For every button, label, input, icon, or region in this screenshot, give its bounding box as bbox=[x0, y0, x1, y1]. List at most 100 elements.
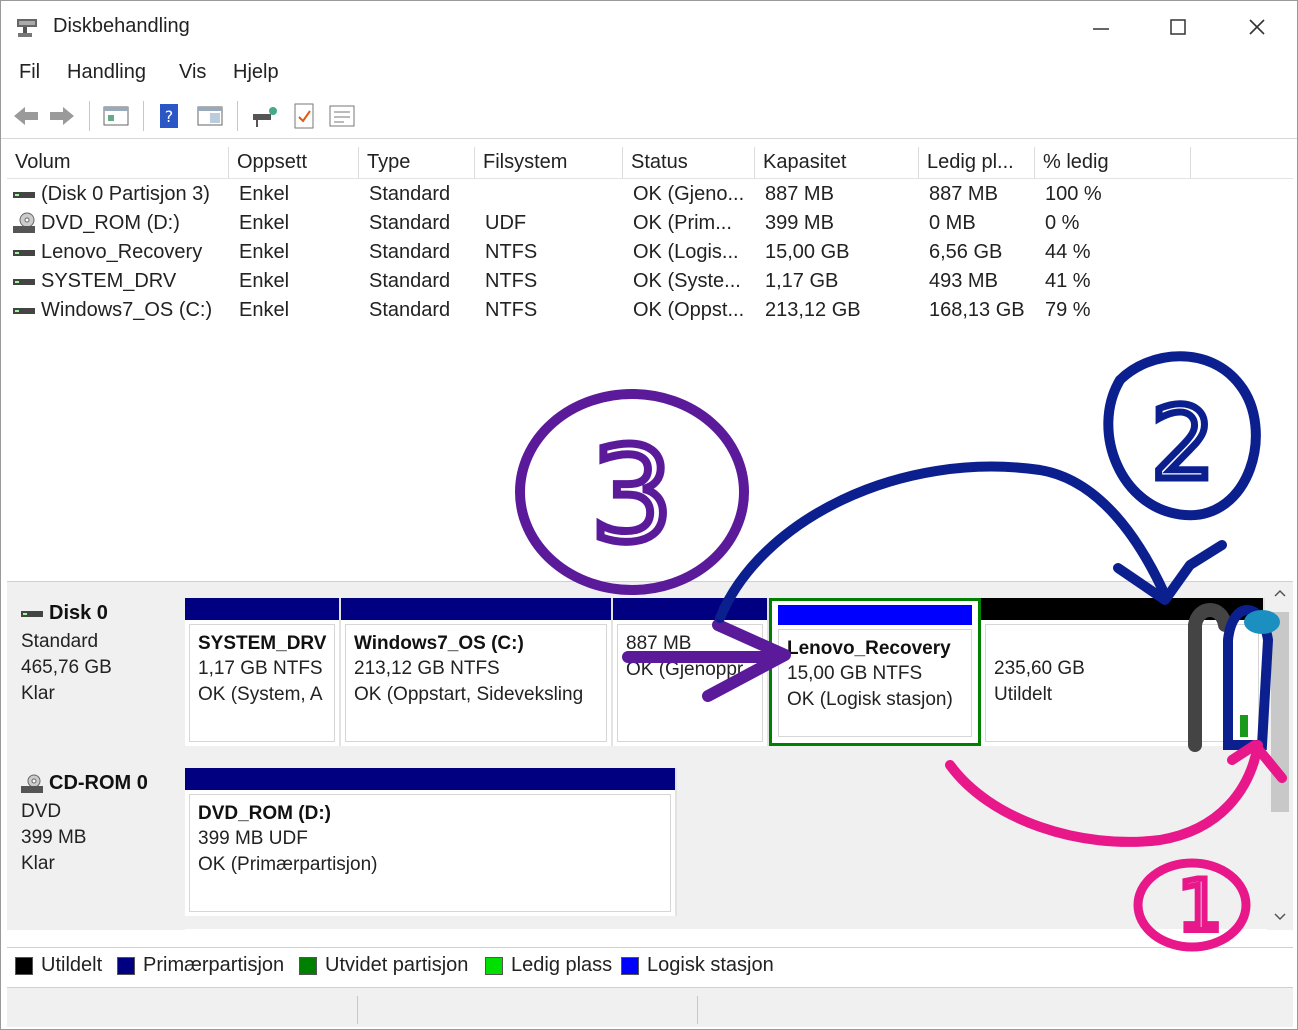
partition-detail: 887 MB bbox=[626, 633, 692, 654]
volume-layout: Enkel bbox=[239, 241, 290, 263]
partition-status: OK (System, A bbox=[198, 684, 323, 705]
menu-file[interactable]: Fil bbox=[19, 61, 40, 84]
partition-status: OK (Logisk stasjon) bbox=[787, 689, 953, 710]
legend-swatch bbox=[485, 956, 503, 975]
menu-help[interactable]: Hjelp bbox=[233, 61, 279, 84]
column-header-status[interactable]: Status bbox=[623, 147, 755, 179]
unallocated-space[interactable]: 235,60 GB Utildelt bbox=[981, 598, 1265, 746]
toolbar-separator bbox=[89, 101, 90, 131]
volume-row[interactable]: (Disk 0 Partisjon 3) Enkel Standard OK (… bbox=[7, 181, 1293, 210]
connect-disk-icon[interactable] bbox=[249, 101, 279, 131]
volume-layout: Enkel bbox=[239, 270, 290, 292]
checklist-icon[interactable] bbox=[289, 101, 319, 131]
volume-status: OK (Syste... bbox=[633, 270, 741, 292]
maximize-icon bbox=[1170, 19, 1186, 35]
volume-drive-icon bbox=[13, 308, 35, 314]
partition-name: DVD_ROM (D:) bbox=[198, 803, 331, 824]
partition-body: Lenovo_Recovery 15,00 GB NTFS OK (Logisk… bbox=[778, 629, 972, 737]
partition-detail: 399 MB UDF bbox=[198, 828, 308, 849]
disk-size: 465,76 GB bbox=[21, 657, 112, 678]
disk-name-row: Disk 0 bbox=[21, 602, 185, 625]
volume-capacity: 887 MB bbox=[765, 183, 834, 205]
maximize-button[interactable] bbox=[1156, 9, 1200, 45]
partition-body: SYSTEM_DRV 1,17 GB NTFS OK (System, A bbox=[189, 624, 335, 742]
disk-0-label[interactable]: Disk 0 Standard 465,76 GB Klar bbox=[7, 590, 185, 760]
vertical-scrollbar[interactable] bbox=[1267, 582, 1293, 930]
partition-detail: 1,17 GB NTFS bbox=[198, 658, 323, 679]
column-header-capacity[interactable]: Kapasitet bbox=[755, 147, 919, 179]
toolbar-separator bbox=[143, 101, 144, 131]
volume-name: Lenovo_Recovery bbox=[41, 241, 203, 263]
minimize-button[interactable] bbox=[1079, 9, 1123, 45]
menu-action[interactable]: Handling bbox=[67, 61, 146, 84]
logical-drive-bar bbox=[778, 605, 972, 625]
partition-system-drv[interactable]: SYSTEM_DRV 1,17 GB NTFS OK (System, A bbox=[185, 598, 341, 746]
disk-state: Klar bbox=[21, 853, 55, 874]
primary-partition-bar bbox=[613, 598, 767, 620]
column-header-filesystem[interactable]: Filsystem bbox=[475, 147, 623, 179]
legend-item-extended: Utvidet partisjon bbox=[299, 954, 468, 977]
volume-filesystem: NTFS bbox=[485, 241, 538, 263]
legend-item-primary: Primærpartisjon bbox=[117, 954, 284, 977]
legend-label: Logisk stasjon bbox=[647, 954, 774, 976]
status-bar bbox=[7, 987, 1293, 1027]
column-header-layout[interactable]: Oppsett bbox=[229, 147, 359, 179]
disk-state: Klar bbox=[21, 683, 55, 704]
legend-item-free-space: Ledig plass bbox=[485, 954, 612, 977]
volume-type: Standard bbox=[369, 212, 451, 234]
properties-icon[interactable] bbox=[327, 101, 357, 131]
help-icon[interactable]: ? bbox=[155, 101, 185, 131]
partition-body: 235,60 GB Utildelt bbox=[985, 624, 1259, 742]
partition-windows7-os[interactable]: Windows7_OS (C:) 213,12 GB NTFS OK (Opps… bbox=[341, 598, 613, 746]
close-button[interactable] bbox=[1235, 9, 1279, 45]
volume-row[interactable]: SYSTEM_DRV Enkel Standard NTFS OK (Syste… bbox=[7, 268, 1293, 297]
menu-view[interactable]: Vis bbox=[179, 61, 206, 84]
svg-text:?: ? bbox=[165, 107, 174, 126]
volume-status: OK (Prim... bbox=[633, 212, 732, 234]
partition-dvd-rom[interactable]: DVD_ROM (D:) 399 MB UDF OK (Primærpartis… bbox=[185, 768, 677, 916]
volume-name: (Disk 0 Partisjon 3) bbox=[41, 183, 210, 205]
partition-body: Windows7_OS (C:) 213,12 GB NTFS OK (Opps… bbox=[345, 624, 607, 742]
cd-drive-icon bbox=[21, 774, 43, 793]
volume-filesystem: NTFS bbox=[485, 270, 538, 292]
column-header-volume[interactable]: Volum bbox=[7, 147, 229, 179]
scroll-down-icon[interactable] bbox=[1273, 912, 1287, 922]
volume-percent-free: 44 % bbox=[1045, 241, 1091, 263]
scroll-up-icon[interactable] bbox=[1273, 588, 1287, 598]
show-hide-pane-icon[interactable] bbox=[195, 101, 225, 131]
volume-filesystem: UDF bbox=[485, 212, 527, 234]
volume-capacity: 15,00 GB bbox=[765, 241, 850, 263]
console-tree-icon[interactable] bbox=[101, 101, 131, 131]
back-arrow-icon[interactable] bbox=[11, 101, 41, 131]
column-header-type[interactable]: Type bbox=[359, 147, 475, 179]
minimize-icon bbox=[1093, 28, 1109, 30]
partition-detail: 213,12 GB NTFS bbox=[354, 658, 500, 679]
dvd-drive-icon bbox=[13, 212, 35, 233]
scrollbar-thumb[interactable] bbox=[1271, 612, 1289, 812]
primary-partition-bar bbox=[341, 598, 611, 620]
disk-kind: DVD bbox=[21, 801, 62, 822]
volume-row[interactable]: Lenovo_Recovery Enkel Standard NTFS OK (… bbox=[7, 239, 1293, 268]
forward-arrow-icon[interactable] bbox=[47, 101, 77, 131]
disk-name: CD-ROM 0 bbox=[49, 772, 148, 794]
volume-row[interactable]: DVD_ROM (D:) Enkel Standard UDF OK (Prim… bbox=[7, 210, 1293, 239]
volume-row[interactable]: Windows7_OS (C:) Enkel Standard NTFS OK … bbox=[7, 297, 1293, 326]
volume-status: OK (Gjeno... bbox=[633, 183, 745, 205]
column-header-percent-free[interactable]: % ledig bbox=[1035, 147, 1191, 179]
toolbar: ? bbox=[1, 95, 1297, 139]
volume-type: Standard bbox=[369, 241, 451, 263]
toolbar-separator bbox=[237, 101, 238, 131]
cdrom-0-label[interactable]: CD-ROM 0 DVD 399 MB Klar bbox=[7, 760, 185, 930]
partition-body: DVD_ROM (D:) 399 MB UDF OK (Primærpartis… bbox=[189, 794, 671, 912]
disk-management-window: Diskbehandling Fil Handling Vis Hjelp ? … bbox=[0, 0, 1298, 1030]
legend-item-logical: Logisk stasjon bbox=[621, 954, 774, 977]
volume-layout: Enkel bbox=[239, 212, 290, 234]
legend-item-unallocated: Utildelt bbox=[15, 954, 102, 977]
legend-label: Utvidet partisjon bbox=[325, 954, 469, 976]
extended-partition-lenovo-recovery[interactable]: Lenovo_Recovery 15,00 GB NTFS OK (Logisk… bbox=[769, 598, 981, 746]
volume-name: DVD_ROM (D:) bbox=[41, 212, 180, 234]
disk-0-partition-strip: SYSTEM_DRV 1,17 GB NTFS OK (System, A Wi… bbox=[185, 598, 1265, 746]
partition-recovery-887mb[interactable]: 887 MB OK (Gjenoppr bbox=[613, 598, 769, 746]
volume-type: Standard bbox=[369, 183, 451, 205]
column-header-free-space[interactable]: Ledig pl... bbox=[919, 147, 1035, 179]
